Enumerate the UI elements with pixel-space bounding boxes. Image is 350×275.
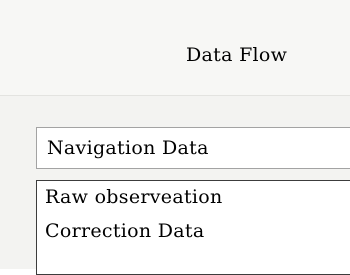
data-type-selected-value: Navigation Data — [47, 137, 209, 159]
dropdown-option-correction-data[interactable]: Correction Data — [45, 220, 204, 242]
panel-header: Data Flow — [0, 0, 350, 96]
panel-content: Navigation Data Raw observeation Correct… — [0, 96, 350, 275]
data-type-dropdown-list: Raw observeation Correction Data — [36, 180, 350, 275]
dropdown-option-raw-observation[interactable]: Raw observeation — [45, 186, 223, 208]
panel-title: Data Flow — [186, 44, 288, 66]
data-type-select[interactable]: Navigation Data — [36, 127, 350, 169]
